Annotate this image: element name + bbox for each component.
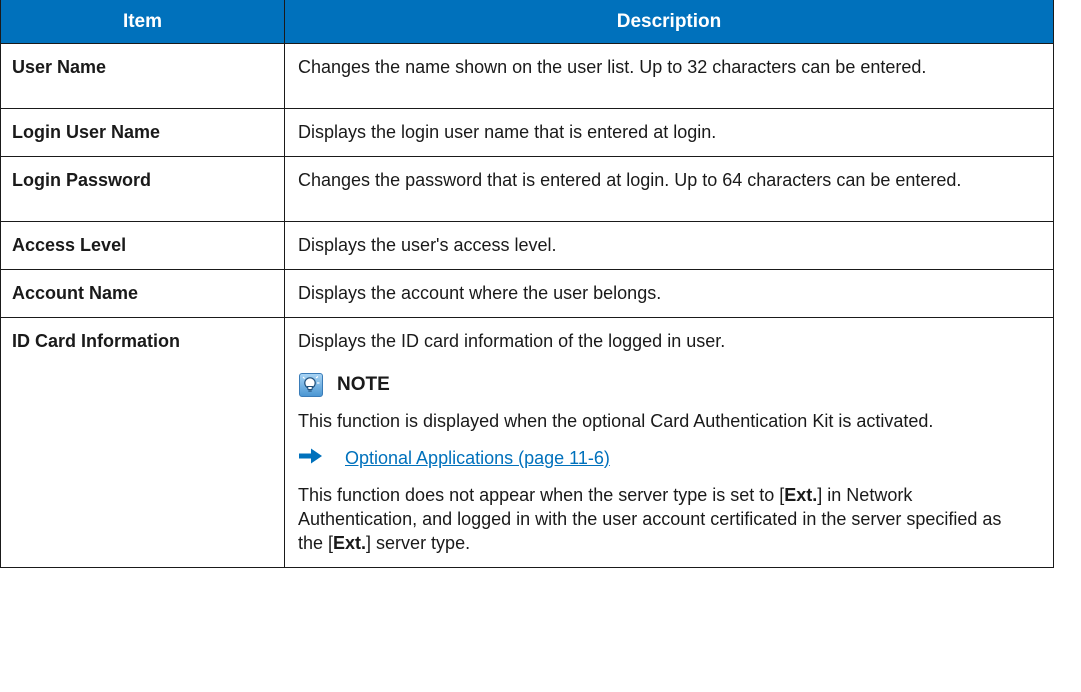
reference-line: Optional Applications (page 11-6) [298, 446, 1027, 470]
table-row: Login User Name Displays the login user … [0, 108, 1054, 157]
optional-applications-link[interactable]: Optional Applications (page 11-6) [345, 446, 610, 470]
server-type-note-part: ] server type. [366, 533, 471, 553]
ext-label: Ext. [784, 485, 818, 505]
table-row: Account Name Displays the account where … [0, 269, 1054, 318]
row-description: Changes the password that is entered at … [284, 156, 1054, 222]
note-text: This function is displayed when the opti… [298, 411, 934, 431]
table-row: Access Level Displays the user's access … [0, 221, 1054, 270]
row-item-label: ID Card Information [0, 317, 285, 568]
table-row: User Name Changes the name shown on the … [0, 43, 1054, 109]
row-item-label: Login User Name [0, 108, 285, 157]
row-description: Displays the account where the user belo… [284, 269, 1054, 318]
server-type-note: This function does not appear when the s… [298, 483, 1027, 555]
row-description: Displays the user's access level. [284, 221, 1054, 270]
row-description: Displays the login user name that is ent… [284, 108, 1054, 157]
table-row: ID Card Information Displays the ID card… [0, 317, 1054, 568]
column-header-description: Description [284, 0, 1054, 44]
row-description: Changes the name shown on the user list.… [284, 43, 1054, 109]
note-heading: NOTE [298, 365, 1027, 405]
server-type-note-part: This function does not appear when the s… [298, 485, 785, 505]
row-description: Displays the ID card information of the … [298, 331, 726, 351]
note-title: NOTE [337, 374, 390, 395]
lightbulb-note-icon [299, 373, 323, 397]
item-description-table: Item Description User Name Changes the n… [0, 0, 1054, 568]
right-arrow-icon [299, 446, 323, 470]
row-item-label: Access Level [0, 221, 285, 270]
table-row: Login Password Changes the password that… [0, 156, 1054, 222]
row-description-with-note: Displays the ID card information of the … [284, 317, 1054, 568]
table-header-row: Item Description [0, 0, 1054, 44]
ext-label: Ext. [333, 533, 367, 553]
row-item-label: User Name [0, 43, 285, 109]
row-item-label: Account Name [0, 269, 285, 318]
column-header-item: Item [0, 0, 285, 44]
row-item-label: Login Password [0, 156, 285, 222]
